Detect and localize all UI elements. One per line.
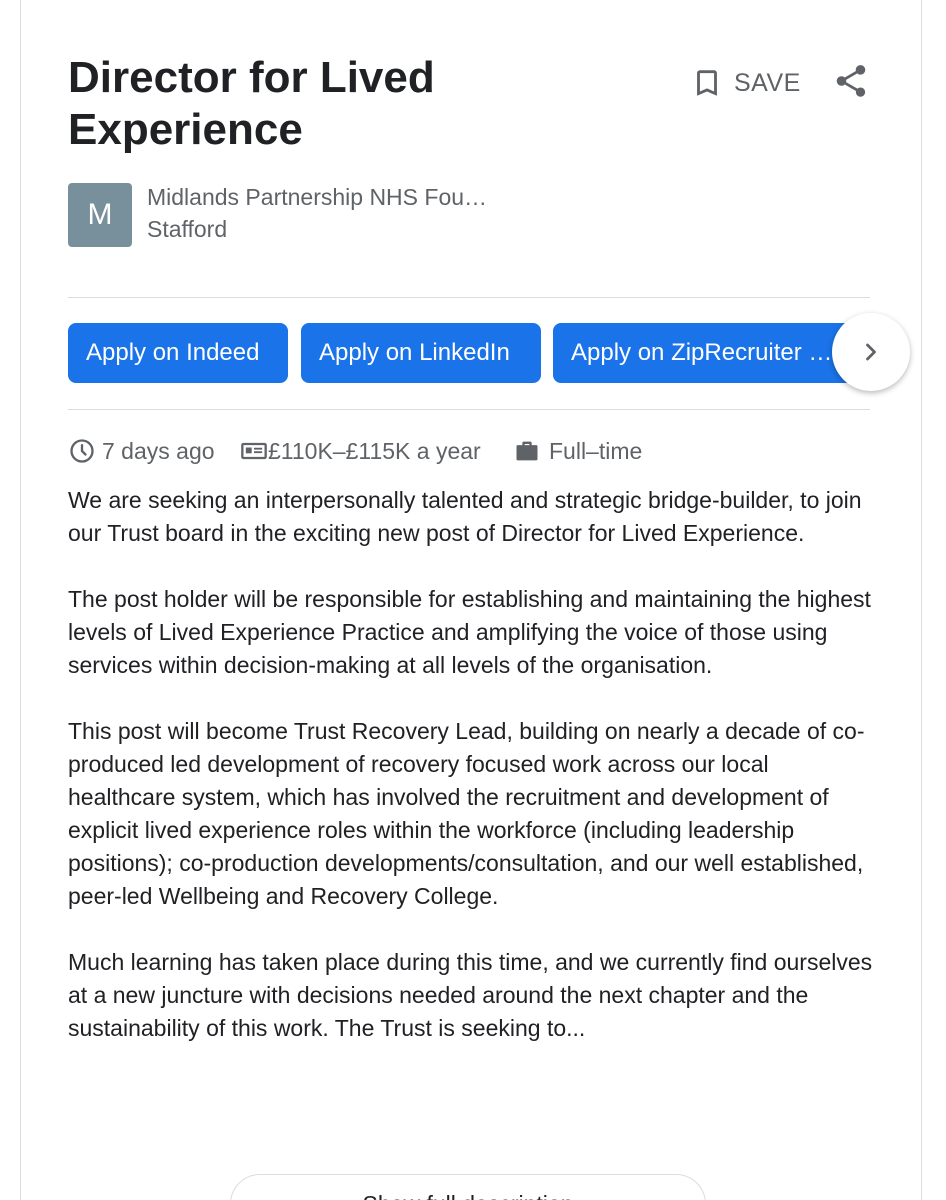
payments-icon <box>241 442 267 460</box>
briefcase-icon <box>516 441 538 461</box>
save-button[interactable]: SAVE <box>690 62 801 104</box>
save-label: SAVE <box>734 68 801 97</box>
salary-meta: £110K–£115K a year <box>240 436 481 466</box>
divider <box>68 409 870 410</box>
company-logo: M <box>68 183 132 247</box>
posted-time: 7 days ago <box>102 437 215 464</box>
company-name[interactable]: Midlands Partnership NHS Fou… <box>147 184 487 211</box>
clock-icon <box>70 439 94 463</box>
apply-indeed-button[interactable]: Apply on Indeed <box>68 323 288 383</box>
description-paragraph: The post holder will be responsible for … <box>68 586 871 678</box>
salary-range: £110K–£115K a year <box>268 437 481 464</box>
description-paragraph: Much learning has taken place during thi… <box>68 949 873 1041</box>
apply-ziprecruiter-button[interactable]: Apply on ZipRecruiter … <box>553 323 853 383</box>
job-type: Full–time <box>549 437 643 464</box>
bookmark-icon <box>697 70 717 96</box>
description-paragraph: This post will become Trust Recovery Lea… <box>68 718 865 909</box>
description-paragraph: We are seeking an interpersonally talent… <box>68 487 862 546</box>
divider <box>68 297 870 298</box>
share-icon <box>836 65 866 97</box>
show-more-label: Show full description <box>363 1191 574 1200</box>
job-location: Stafford <box>147 216 228 242</box>
posted-meta: 7 days ago <box>68 436 215 466</box>
show-full-description-button[interactable]: Show full description <box>230 1174 706 1200</box>
apply-options-row: Apply on Indeed Apply on LinkedIn Apply … <box>68 323 870 383</box>
apply-linkedin-button[interactable]: Apply on LinkedIn <box>301 323 541 383</box>
job-title: Director for Lived Experience <box>68 53 435 154</box>
job-detail-page: Director for Lived Experience SAVE M Mid… <box>0 0 946 1200</box>
share-button[interactable] <box>832 62 870 100</box>
chevron-right-icon <box>866 343 876 361</box>
job-type-meta: Full–time <box>513 436 642 466</box>
scroll-next-button[interactable] <box>832 313 910 391</box>
job-description: We are seeking an interpersonally talent… <box>68 484 878 1078</box>
